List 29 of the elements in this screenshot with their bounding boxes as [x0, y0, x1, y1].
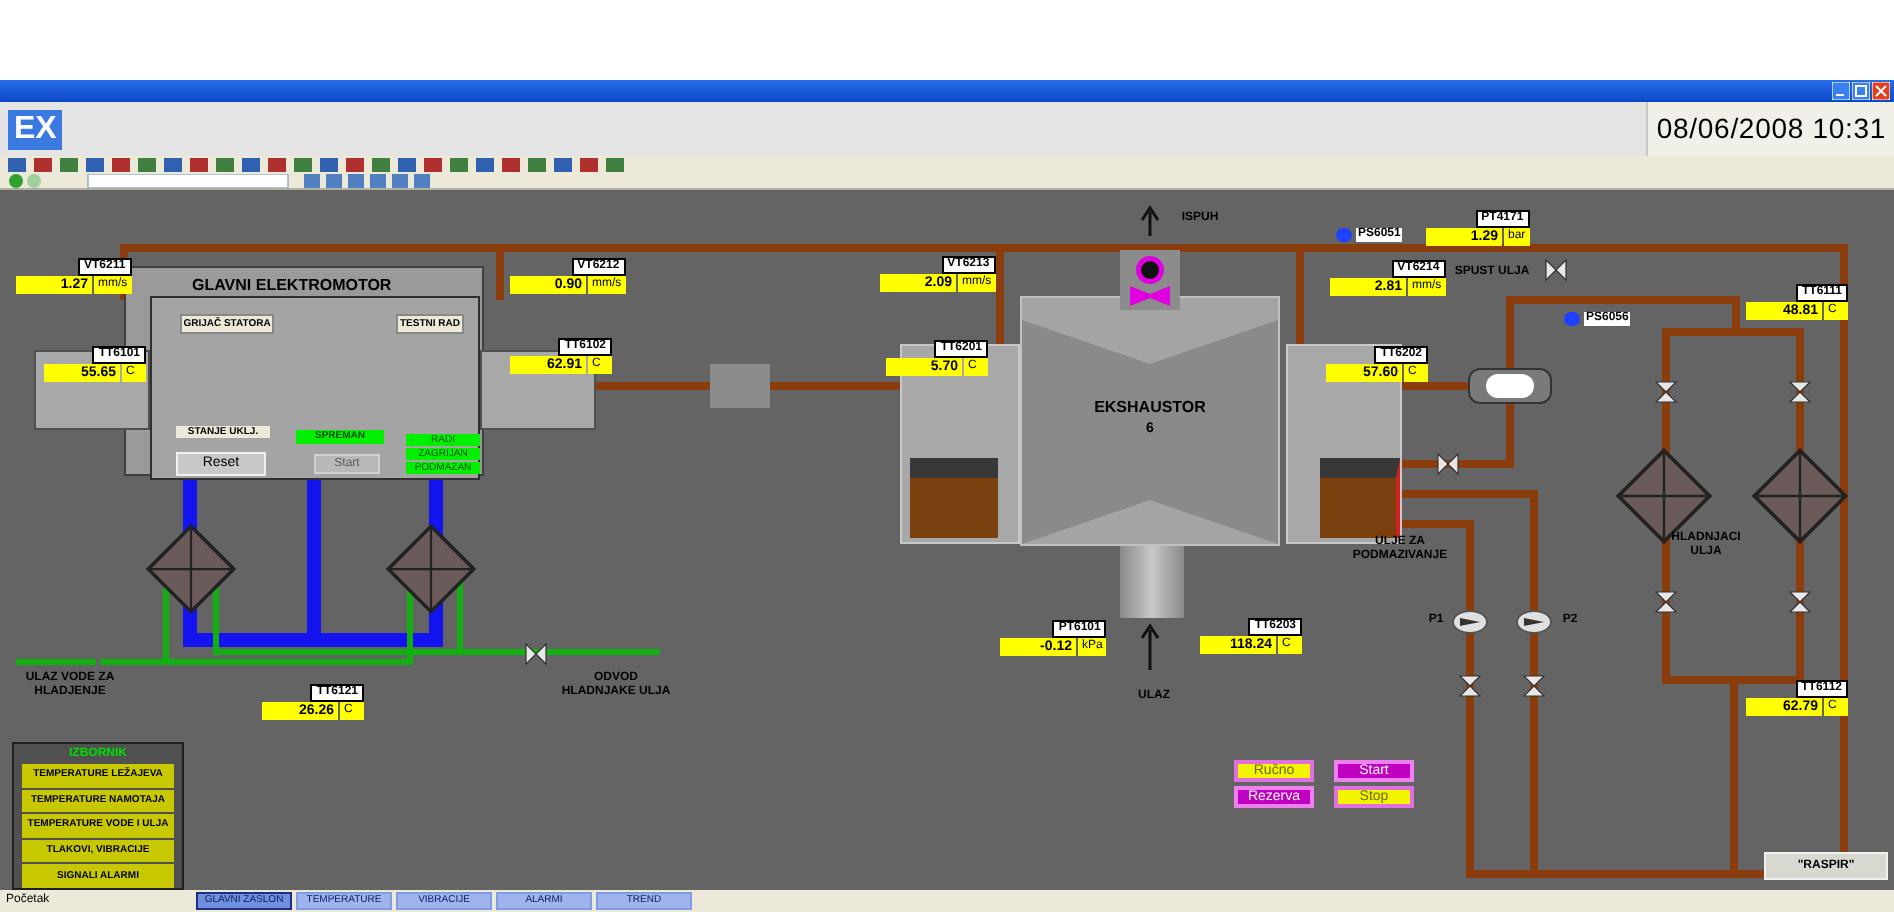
- valve-icon: [1654, 590, 1678, 614]
- heat-exchanger-icon: [1752, 448, 1848, 544]
- up-arrow-icon: [1140, 623, 1160, 672]
- valve-icon: [1436, 452, 1460, 476]
- pump-icon: [1516, 610, 1552, 634]
- oil-tank: [910, 458, 998, 538]
- valve-icon: [524, 642, 548, 666]
- valve-icon: [1458, 674, 1482, 698]
- valve-icon: [1788, 590, 1812, 614]
- minimize-icon[interactable]: [1832, 82, 1850, 100]
- valve-icon: [1544, 258, 1568, 282]
- exhaustor-title: EKSHAUSTOR: [1094, 396, 1206, 420]
- valve-icon: [1522, 674, 1546, 698]
- date-time: 08/06/2008 10:31: [1646, 102, 1894, 156]
- heat-exchanger-icon: [146, 524, 236, 614]
- oil-tank: [1320, 458, 1400, 538]
- close-icon[interactable]: [1872, 82, 1890, 100]
- motor-title: GLAVNI ELEKTROMOTOR: [192, 274, 392, 298]
- maximize-icon[interactable]: [1852, 82, 1870, 100]
- app-logo: EX: [8, 109, 63, 149]
- valve-icon: [1788, 380, 1812, 404]
- coupling-block: [710, 364, 770, 408]
- heat-exchanger-icon: [386, 524, 476, 614]
- pump-icon: [1452, 610, 1488, 634]
- oil-cooler: [1468, 368, 1552, 404]
- up-arrow-icon: [1140, 205, 1160, 238]
- fan-icon: [1120, 250, 1180, 310]
- exhaust-duct: [1120, 546, 1184, 618]
- valve-icon: [1654, 380, 1678, 404]
